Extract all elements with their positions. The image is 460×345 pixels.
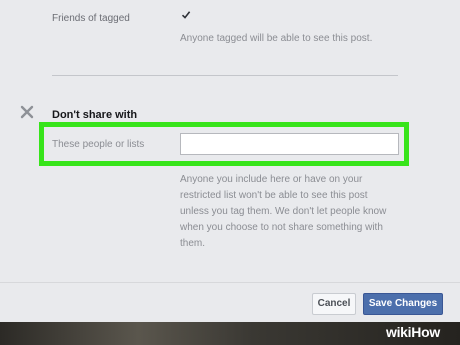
help-line: when you choose to not share something w… <box>180 222 383 233</box>
dont-share-title: Don't share with <box>52 109 138 121</box>
friends-of-tagged-checkbox[interactable] <box>181 10 191 20</box>
help-line: them. <box>180 238 206 249</box>
help-line: unless you tag them. We don't let people… <box>180 206 387 217</box>
watermark-wiki: wiki <box>386 324 412 340</box>
section-divider <box>52 75 398 76</box>
help-line: restricted list won't be able to see thi… <box>180 190 368 201</box>
friends-of-tagged-help: Anyone tagged will be able to see this p… <box>180 33 373 44</box>
cancel-button[interactable]: Cancel <box>312 293 356 315</box>
close-icon <box>20 105 34 119</box>
checkmark-icon <box>181 11 191 19</box>
wikihow-watermark: wikiHow <box>386 324 440 340</box>
help-line: Anyone you include here or have on your <box>180 174 363 185</box>
dont-share-input[interactable] <box>180 133 399 155</box>
watermark-how: How <box>411 324 440 340</box>
footer-divider <box>0 282 460 283</box>
friends-of-tagged-label: Friends of tagged <box>52 13 130 24</box>
privacy-dialog: Friends of tagged Anyone tagged will be … <box>0 0 460 322</box>
remove-section-button[interactable] <box>19 104 35 120</box>
these-people-label: These people or lists <box>52 139 145 150</box>
save-changes-button[interactable]: Save Changes <box>363 293 443 315</box>
